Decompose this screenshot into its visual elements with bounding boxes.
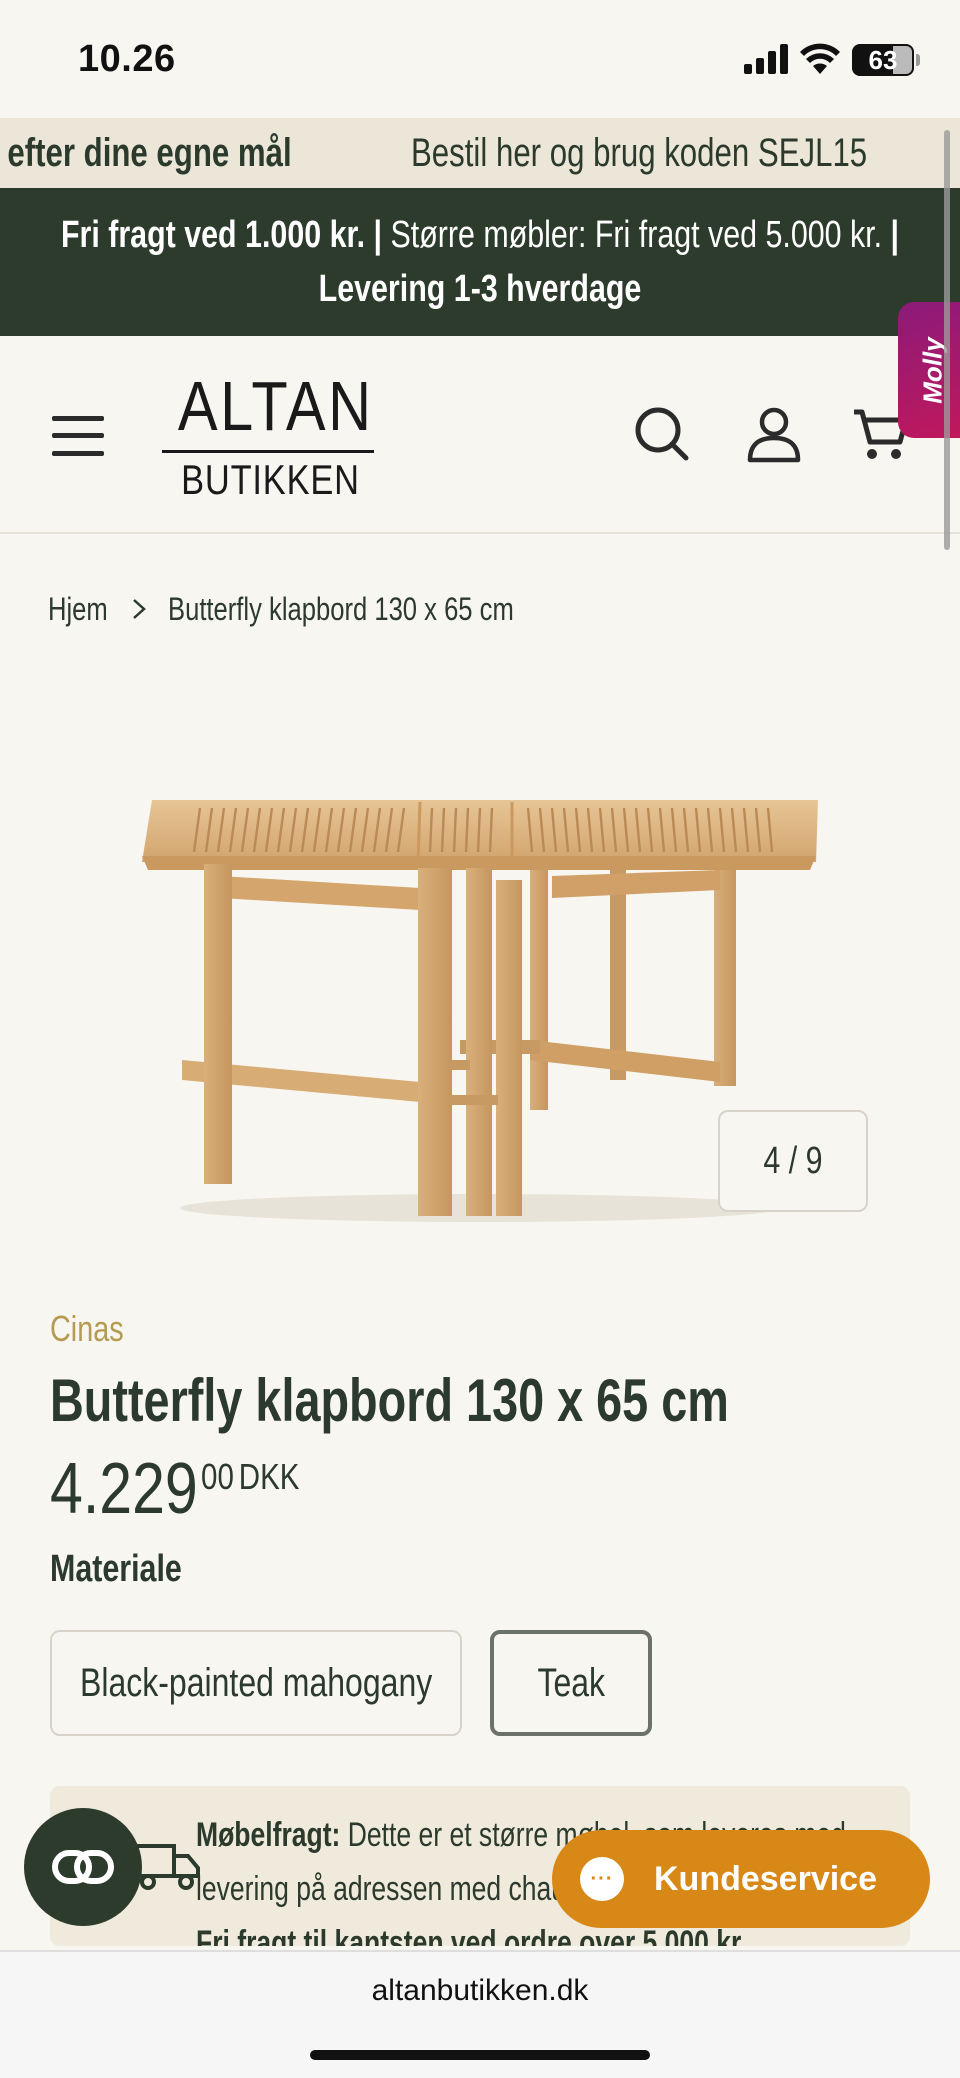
option-label: Teak (537, 1660, 605, 1705)
wifi-icon (800, 43, 840, 74)
loyalty-widget-button[interactable] (24, 1808, 142, 1926)
battery-icon: 63 (852, 44, 914, 76)
chat-bubble-icon: ··· (580, 1857, 624, 1901)
breadcrumb: Hjem Butterfly klapbord 130 x 65 cm (48, 586, 600, 632)
page-scrollbar[interactable] (944, 130, 950, 550)
price-decimals: 00 (201, 1456, 234, 1497)
browser-address-bar[interactable]: altanbutikken.dk (0, 1950, 960, 2078)
logo-wordmark-bottom: BUTIKKEN (181, 456, 360, 503)
marquee-item: l efter dine egne mål (0, 130, 292, 175)
shipping-free-threshold: Fri fragt ved 1.000 kr. | (60, 214, 383, 256)
option-teak[interactable]: Teak (490, 1630, 652, 1736)
marquee-item: Bestil her og brug koden SEJL15 (410, 130, 867, 175)
price-currency: DKK (238, 1456, 300, 1497)
home-indicator[interactable] (310, 2050, 650, 2060)
gallery-counter-text: 4 / 9 (763, 1139, 823, 1182)
url-text[interactable]: altanbutikken.dk (0, 1974, 960, 2008)
site-header: ALTAN BUTIKKEN (0, 336, 960, 534)
molly-assistant-tab[interactable]: Molly (898, 302, 960, 438)
chevron-right-icon (133, 599, 146, 619)
option-label-material: Materiale (50, 1548, 182, 1590)
option-black-painted-mahogany[interactable]: Black-painted mahogany (50, 1630, 462, 1736)
option-label: Black-painted mahogany (79, 1660, 433, 1705)
status-bar: 10.26 63 (0, 0, 960, 118)
product-brand[interactable]: Cinas (50, 1308, 124, 1350)
product-title: Butterfly klapbord 130 x 65 cm (50, 1367, 729, 1434)
search-icon[interactable] (632, 404, 692, 464)
loop-icon (52, 1850, 114, 1884)
breadcrumb-current: Butterfly klapbord 130 x 65 cm (168, 590, 514, 627)
product-price: 4.22900 DKK (50, 1448, 299, 1530)
price-main: 4.229 (50, 1449, 198, 1529)
customer-service-label: Kundeservice (654, 1859, 877, 1898)
breadcrumb-home[interactable]: Hjem (48, 591, 108, 628)
shipping-large-furniture: Større møbler: Fri fragt ved 5.000 kr. (382, 214, 883, 256)
site-logo[interactable]: ALTAN BUTIKKEN (162, 366, 374, 503)
battery-level: 63 (868, 45, 898, 75)
announcement-marquee[interactable]: l efter dine egne mål Bestil her og brug … (0, 118, 960, 188)
status-time: 10.26 (78, 38, 176, 80)
logo-wordmark-top: ALTAN (177, 367, 374, 445)
signal-icon (744, 44, 790, 74)
account-icon[interactable] (744, 404, 804, 464)
menu-icon[interactable] (52, 414, 104, 458)
customer-service-button[interactable]: ··· Kundeservice (552, 1830, 930, 1928)
shipping-banner: Fri fragt ved 1.000 kr. | Større møbler:… (0, 188, 960, 336)
gallery-counter[interactable]: 4 / 9 (718, 1110, 868, 1212)
freight-heading: Møbelfragt: (196, 1816, 341, 1854)
